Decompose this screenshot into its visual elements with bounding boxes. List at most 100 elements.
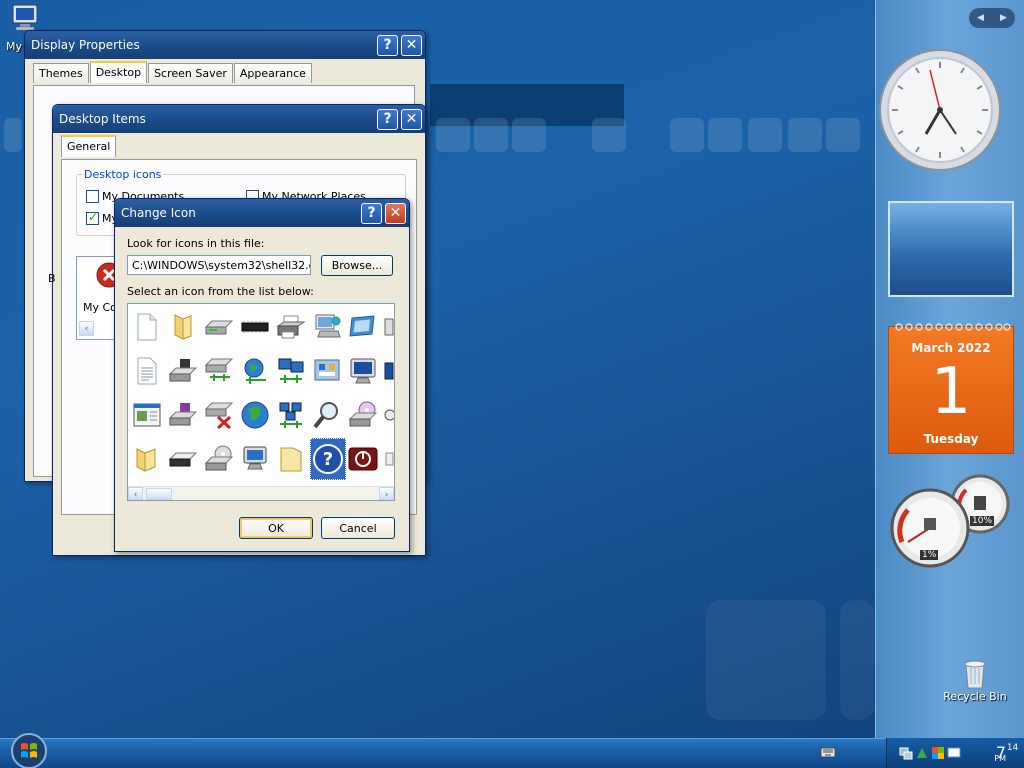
icon-list-item[interactable] <box>238 442 272 476</box>
icon-list-item[interactable] <box>238 354 272 388</box>
ok-button[interactable]: OK <box>239 517 313 539</box>
cancel-button[interactable]: Cancel <box>321 517 395 539</box>
file-path-input[interactable]: C:\WINDOWS\system32\shell32.dll <box>127 255 311 275</box>
sidebar-next-button[interactable]: ▶ <box>1000 13 1007 23</box>
change-icon-titlebar[interactable]: Change Icon ? ✕ <box>115 199 409 227</box>
cpu-meter-gadget[interactable]: 10% 1% <box>888 472 1018 572</box>
icon-list-item[interactable] <box>166 398 200 432</box>
icon-list-item[interactable] <box>346 354 380 388</box>
help-button[interactable]: ? <box>377 34 398 56</box>
icon-list-item[interactable] <box>202 354 236 388</box>
desktop-tile <box>474 118 508 152</box>
desktop-items-tabs: General <box>61 135 117 157</box>
tab-desktop[interactable]: Desktop <box>89 61 148 83</box>
desktop-tile <box>826 118 860 152</box>
svg-text:?: ? <box>323 449 333 470</box>
open-folder-icon <box>136 448 156 472</box>
close-button[interactable]: ✕ <box>401 34 422 56</box>
icon-list[interactable]: ? ‹ › <box>127 303 395 501</box>
icon-list-item[interactable] <box>274 398 308 432</box>
help-button[interactable]: ? <box>361 202 382 224</box>
desktop-tile <box>840 600 874 720</box>
network-places-icon <box>279 402 302 428</box>
icon-list-item[interactable] <box>130 354 164 388</box>
horizontal-scrollbar[interactable]: ‹ › <box>128 486 394 500</box>
scroll-left-button[interactable]: ‹ <box>79 321 94 336</box>
close-button[interactable]: ✕ <box>401 108 422 130</box>
help-button[interactable]: ? <box>377 108 398 130</box>
icon-label: My Co <box>83 301 117 314</box>
network-drive-icon <box>204 358 234 381</box>
desktop-tile <box>708 118 742 152</box>
desktop-tile <box>436 118 470 152</box>
icon-list-item[interactable] <box>310 310 344 344</box>
icon-list-item[interactable] <box>202 310 236 344</box>
browse-button[interactable]: Browse... <box>321 255 393 276</box>
icon-list-item[interactable] <box>346 442 380 476</box>
icon-list-item[interactable] <box>202 398 236 432</box>
icon-list-item[interactable] <box>346 310 380 344</box>
icon-list-item[interactable] <box>310 398 344 432</box>
sidebar-prev-button[interactable]: ◀ <box>977 13 984 23</box>
icon-list-item[interactable] <box>382 442 394 476</box>
calendar-gadget[interactable]: March 2022 1 Tuesday <box>888 323 1014 454</box>
icon-list-item[interactable] <box>238 310 272 344</box>
start-button[interactable] <box>10 732 48 768</box>
look-for-label: Look for icons in this file: <box>127 237 265 250</box>
scroll-thumb[interactable] <box>146 488 172 500</box>
icon-list-item[interactable] <box>382 354 394 388</box>
checkbox-my-computer[interactable] <box>86 210 99 225</box>
icon-list-item[interactable] <box>346 398 380 432</box>
icon-list-item[interactable] <box>274 442 308 476</box>
icon-list-item[interactable] <box>238 398 272 432</box>
tab-general[interactable]: General <box>61 135 117 157</box>
display-properties-titlebar[interactable]: Display Properties ? ✕ <box>25 31 425 59</box>
keyboard-icon[interactable] <box>820 745 836 759</box>
partial-icon <box>385 452 394 466</box>
text-document-icon <box>137 357 157 385</box>
tab-themes[interactable]: Themes <box>33 63 89 83</box>
close-button[interactable]: ✕ <box>385 202 406 224</box>
search-icon <box>313 402 338 429</box>
scroll-left-button[interactable]: ‹ <box>128 487 143 500</box>
icon-list-item[interactable] <box>274 354 308 388</box>
checkbox-my-documents[interactable] <box>86 190 99 203</box>
slideshow-gadget[interactable] <box>888 201 1014 297</box>
icon-list-item[interactable] <box>382 310 394 344</box>
icon-list-item[interactable] <box>130 442 164 476</box>
section-label: B <box>48 272 56 285</box>
network-tray-icon[interactable] <box>899 746 913 760</box>
display-tray-icon[interactable] <box>947 746 961 760</box>
window-app-icon <box>133 403 161 427</box>
display-icon <box>350 358 376 384</box>
desktop-tile <box>4 118 22 152</box>
icon-list-item[interactable] <box>130 310 164 344</box>
clock-gadget[interactable] <box>878 48 1002 172</box>
partial-icon <box>384 409 394 421</box>
icon-list-item[interactable] <box>202 442 236 476</box>
network-computer-icon <box>315 314 341 338</box>
cd-drive-icon <box>204 445 234 471</box>
empty-folder-icon <box>280 447 302 472</box>
scroll-right-button[interactable]: › <box>379 487 394 500</box>
change-icon-client: Look for icons in this file: C:\WINDOWS\… <box>119 227 405 547</box>
tab-screen-saver[interactable]: Screen Saver <box>148 63 233 83</box>
desktop-tile <box>670 118 704 152</box>
desktop-items-titlebar[interactable]: Desktop Items ? ✕ <box>53 105 425 133</box>
help-icon: ? <box>313 444 343 474</box>
icon-list-item[interactable] <box>382 398 394 432</box>
icon-list-item[interactable] <box>166 354 200 388</box>
select-icon-label: Select an icon from the list below: <box>127 285 314 298</box>
control-panel-icon <box>314 359 340 381</box>
icon-list-item[interactable] <box>130 398 164 432</box>
safely-remove-icon[interactable] <box>915 746 929 760</box>
icon-list-item[interactable] <box>166 310 200 344</box>
memory-chip-icon <box>241 321 269 333</box>
icon-list-item[interactable] <box>274 310 308 344</box>
security-icon[interactable] <box>931 746 945 760</box>
desktop-icon-recycle-bin[interactable]: Recycle Bin <box>940 656 1010 703</box>
tab-appearance[interactable]: Appearance <box>233 63 312 83</box>
icon-list-item[interactable] <box>310 354 344 388</box>
icon-list-item-selected[interactable]: ? <box>310 438 346 480</box>
icon-list-item[interactable] <box>166 442 200 476</box>
